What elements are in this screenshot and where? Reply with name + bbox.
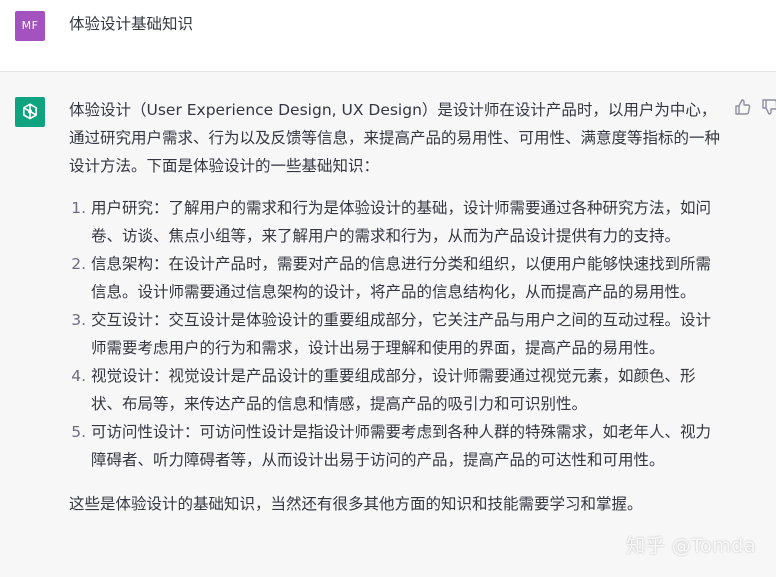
thumbs-down-icon[interactable]: [760, 98, 776, 116]
list-item: 视觉设计：视觉设计是产品设计的重要组成部分，设计师需要通过视觉元素，如颜色、形状…: [91, 362, 721, 418]
list-item: 可访问性设计：可访问性设计是指设计师需要考虑到各种人群的特殊需求，如老年人、视力…: [91, 418, 721, 474]
list-item: 用户研究：了解用户的需求和行为是体验设计的基础，设计师需要通过各种研究方法，如问…: [91, 194, 721, 250]
assistant-message-content: 体验设计（User Experience Design, UX Design）是…: [69, 96, 721, 518]
assistant-avatar: [15, 97, 45, 127]
user-message-text: 体验设计基础知识: [69, 15, 194, 33]
openai-logo-icon: [23, 103, 37, 120]
list-item: 交互设计：交互设计是体验设计的重要组成部分，它关注产品与用户之间的互动过程。设计…: [91, 306, 721, 362]
assistant-intro: 体验设计（User Experience Design, UX Design）是…: [69, 101, 721, 175]
assistant-closing: 这些是体验设计的基础知识，当然还有很多其他方面的知识和技能需要学习和掌握。: [69, 495, 643, 513]
assistant-message-row: 体验设计（User Experience Design, UX Design）是…: [0, 72, 776, 577]
list-item: 信息架构：在设计产品时，需要对产品的信息进行分类和组织，以便用户能够快速找到所需…: [91, 250, 721, 306]
knowledge-list: 用户研究：了解用户的需求和行为是体验设计的基础，设计师需要通过各种研究方法，如问…: [69, 194, 721, 474]
zhihu-watermark: 知乎 @Tomda: [626, 535, 756, 557]
thumbs-up-icon[interactable]: [733, 98, 751, 116]
user-avatar: MF: [15, 11, 45, 41]
user-message-row: MF 体验设计基础知识: [0, 0, 776, 72]
